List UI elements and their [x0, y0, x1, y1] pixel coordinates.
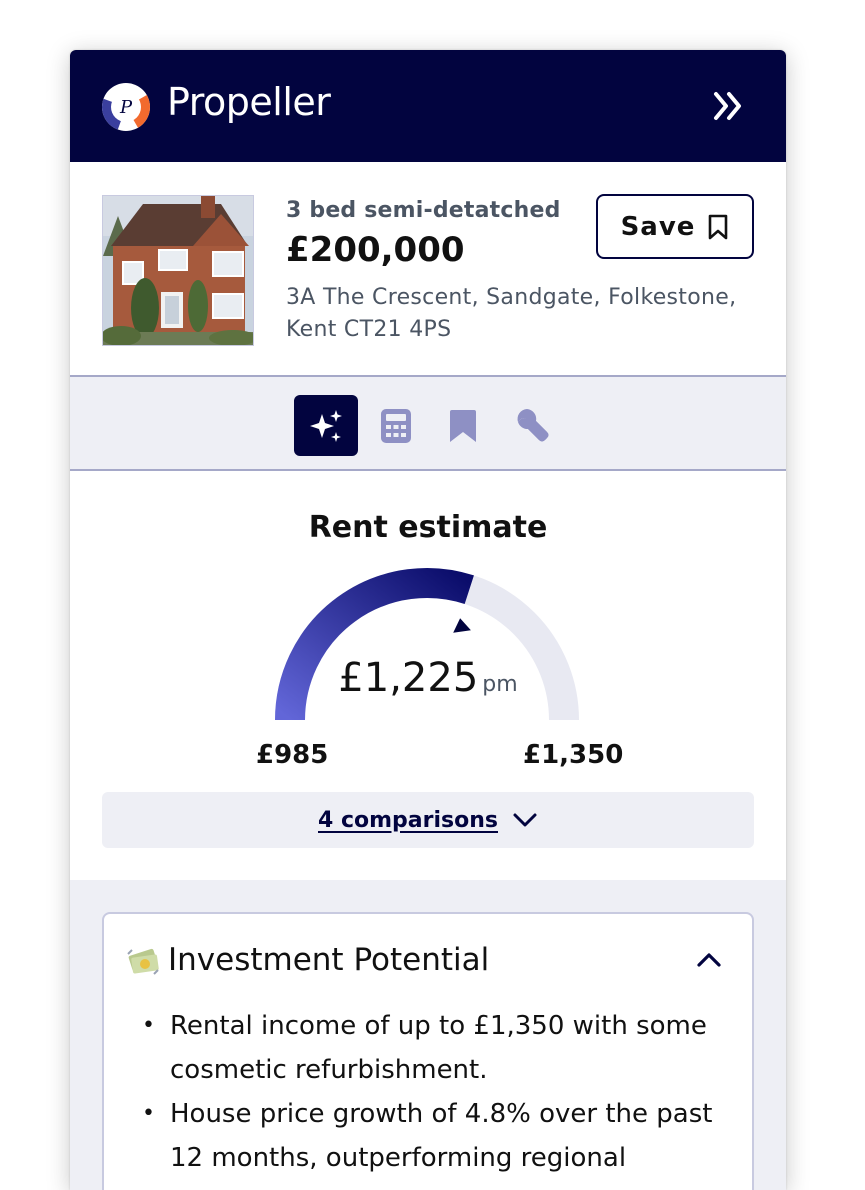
- investment-card: Investment Potential Rental income of up…: [102, 912, 754, 1190]
- calculator-icon: [381, 408, 411, 443]
- bookmark-outline-icon: [709, 214, 728, 239]
- comparisons-toggle[interactable]: 4 comparisons: [102, 792, 754, 848]
- investment-title: Investment Potential: [168, 942, 490, 978]
- gauge-pointer-icon: [453, 618, 471, 633]
- property-summary: 3 bed semi-detatched £200,000 3A The Cre…: [70, 162, 786, 377]
- save-button-label: Save: [620, 211, 696, 242]
- money-icon: [127, 948, 159, 975]
- header-bar: P Propeller: [70, 50, 786, 162]
- tab-tools[interactable]: [500, 395, 564, 456]
- investment-bullet: Rental income of up to £1,350 with some …: [142, 1004, 732, 1092]
- tool-tabs: [70, 377, 786, 471]
- rent-gauge: [275, 568, 579, 721]
- propeller-logo-icon: P: [102, 83, 150, 131]
- property-address: 3A The Crescent, Sandgate, Folkestone, K…: [286, 285, 737, 342]
- tab-ai-insights[interactable]: [294, 395, 358, 456]
- rent-amount: £1,225: [338, 655, 479, 701]
- rent-estimate-title: Rent estimate: [308, 510, 548, 545]
- chevron-down-icon: [513, 813, 537, 827]
- tab-saved[interactable]: [431, 395, 495, 456]
- rent-unit: pm: [482, 672, 518, 697]
- property-photo: [102, 195, 254, 346]
- bookmark-icon: [450, 409, 476, 442]
- wrench-icon: [517, 408, 549, 441]
- sparkles-icon: [310, 409, 342, 442]
- investment-bullet: House price growth of 4.8% over the past…: [142, 1092, 732, 1180]
- brand-name: Propeller: [167, 80, 331, 124]
- propeller-panel: P Propeller 3 bed semi-detatched £200,00…: [70, 50, 786, 1190]
- collapse-panel-icon[interactable]: [710, 88, 748, 124]
- comparisons-link[interactable]: 4 comparisons: [318, 808, 498, 833]
- rent-max: £1,350: [523, 740, 624, 770]
- save-button[interactable]: Save: [596, 194, 754, 259]
- rent-min: £985: [256, 740, 329, 770]
- property-price: £200,000: [286, 230, 465, 270]
- property-type: 3 bed semi-detatched: [286, 198, 561, 223]
- svg-text:P: P: [119, 97, 133, 118]
- chevron-up-icon[interactable]: [694, 948, 724, 972]
- tab-calculator[interactable]: [364, 395, 428, 456]
- rent-value: £1,225 pm: [70, 655, 786, 701]
